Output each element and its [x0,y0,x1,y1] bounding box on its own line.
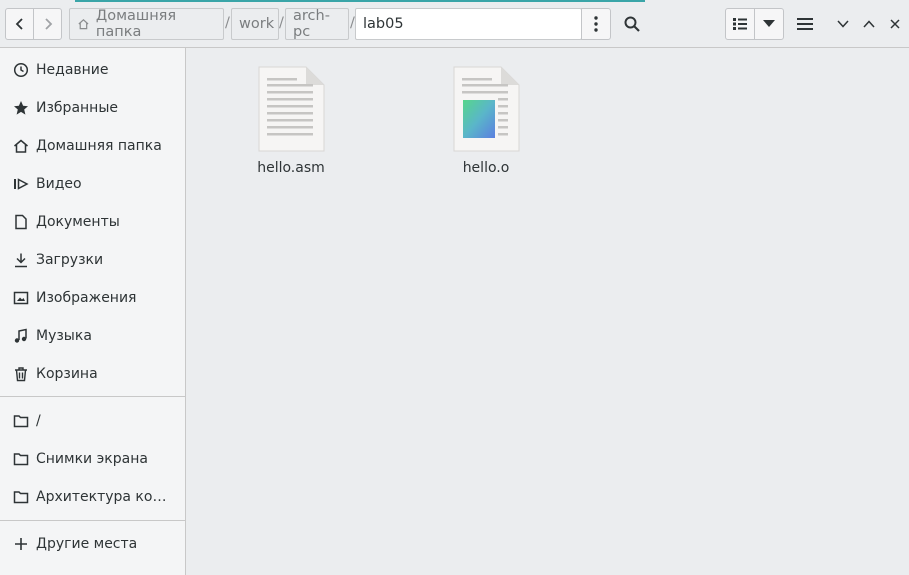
view-options-button[interactable] [754,8,784,40]
sidebar-item-label: Домашняя папка [36,138,162,154]
crumb-label: work [239,16,275,32]
view-list-button[interactable] [725,8,755,40]
crumb-label: lab05 [363,16,404,32]
file-name: hello.o [462,160,510,176]
document-icon [12,213,30,231]
sidebar-item-label: Музыка [36,328,92,344]
download-icon [12,251,30,269]
sidebar-item-label: Загрузки [36,252,104,268]
sidebar-item-label: / [36,413,41,429]
path-menu-button[interactable] [581,8,611,40]
home-icon [12,137,30,155]
minimize-button[interactable] [830,8,856,40]
music-icon [12,327,30,345]
chevron-left-icon [15,18,23,30]
sidebar-item-label: Видео [36,176,82,192]
file-item[interactable]: hello.o [431,66,541,176]
sidebar-item-documents[interactable]: Документы [0,203,186,241]
dropdown-arrow-icon [763,20,775,27]
back-button[interactable] [5,8,34,40]
search-button[interactable] [617,8,647,40]
folder-icon [12,412,30,430]
sidebar-item-label: Недавние [36,62,109,78]
sidebar-item-label: Документы [36,214,120,230]
sidebar-bookmark-screenshots[interactable]: Снимки экрана [0,440,186,478]
maximize-button[interactable] [856,8,882,40]
folder-icon [12,488,30,506]
object-file-icon [453,66,520,152]
home-icon [78,19,89,30]
text-file-icon [258,66,325,152]
sidebar-item-pictures[interactable]: Изображения [0,279,186,317]
crumb-lab05[interactable]: lab05 [355,8,582,40]
crumb-arch-pc[interactable]: arch-pc [285,8,349,40]
close-icon [890,19,900,29]
plus-icon [12,535,30,553]
sidebar-item-starred[interactable]: Избранные [0,89,186,127]
chevron-right-icon [44,18,52,30]
search-icon [624,16,640,32]
folder-icon [12,450,30,468]
video-icon [12,175,30,193]
sidebar-item-label: Изображения [36,290,137,306]
sidebar-bookmark-root[interactable]: / [0,402,186,440]
path-separator: / [279,15,284,31]
sidebar: Недавние Избранные Домашняя папка Видео … [0,48,186,575]
file-view: hello.asm hello.o [187,48,909,575]
main-menu-button[interactable] [790,8,820,40]
sidebar-item-other-locations[interactable]: Другие места [0,525,186,563]
sidebar-item-music[interactable]: Музыка [0,317,186,355]
sidebar-item-downloads[interactable]: Загрузки [0,241,186,279]
forward-button[interactable] [33,8,62,40]
sidebar-item-label: Корзина [36,366,98,382]
file-name: hello.asm [257,160,325,176]
crumb-home[interactable]: Домашняя папка [69,8,224,40]
sidebar-item-home[interactable]: Домашняя папка [0,127,186,165]
sidebar-item-recent[interactable]: Недавние [0,51,186,89]
trash-icon [12,365,30,383]
sidebar-item-label: Снимки экрана [36,451,148,467]
crumb-label: Домашняя папка [95,8,177,40]
crumb-label: arch-pc [293,8,330,40]
sidebar-separator [0,520,186,521]
image-icon [12,289,30,307]
sidebar-separator [0,396,186,397]
sidebar-item-label: Избранные [36,100,118,116]
path-separator: / [225,15,230,31]
sidebar-item-videos[interactable]: Видео [0,165,186,203]
file-item[interactable]: hello.asm [236,66,346,176]
header-bar: Домашняя папка / work / arch-pc / lab05 [0,0,909,48]
chevron-down-icon [837,20,849,28]
clock-icon [12,61,30,79]
close-button[interactable] [882,8,908,40]
crumb-work[interactable]: work [231,8,279,40]
sidebar-item-label: Другие места [36,536,138,552]
vertical-dots-icon [594,16,598,32]
sidebar-bookmark-architecture[interactable]: Архитектура компьютера [0,478,186,516]
chevron-up-icon [863,20,875,28]
hamburger-menu-icon [797,18,813,30]
sidebar-item-trash[interactable]: Корзина [0,355,186,393]
accent-strip [75,0,645,2]
sidebar-item-label: Архитектура компьютера [36,489,174,505]
star-icon [12,99,30,117]
list-view-icon [733,18,747,30]
